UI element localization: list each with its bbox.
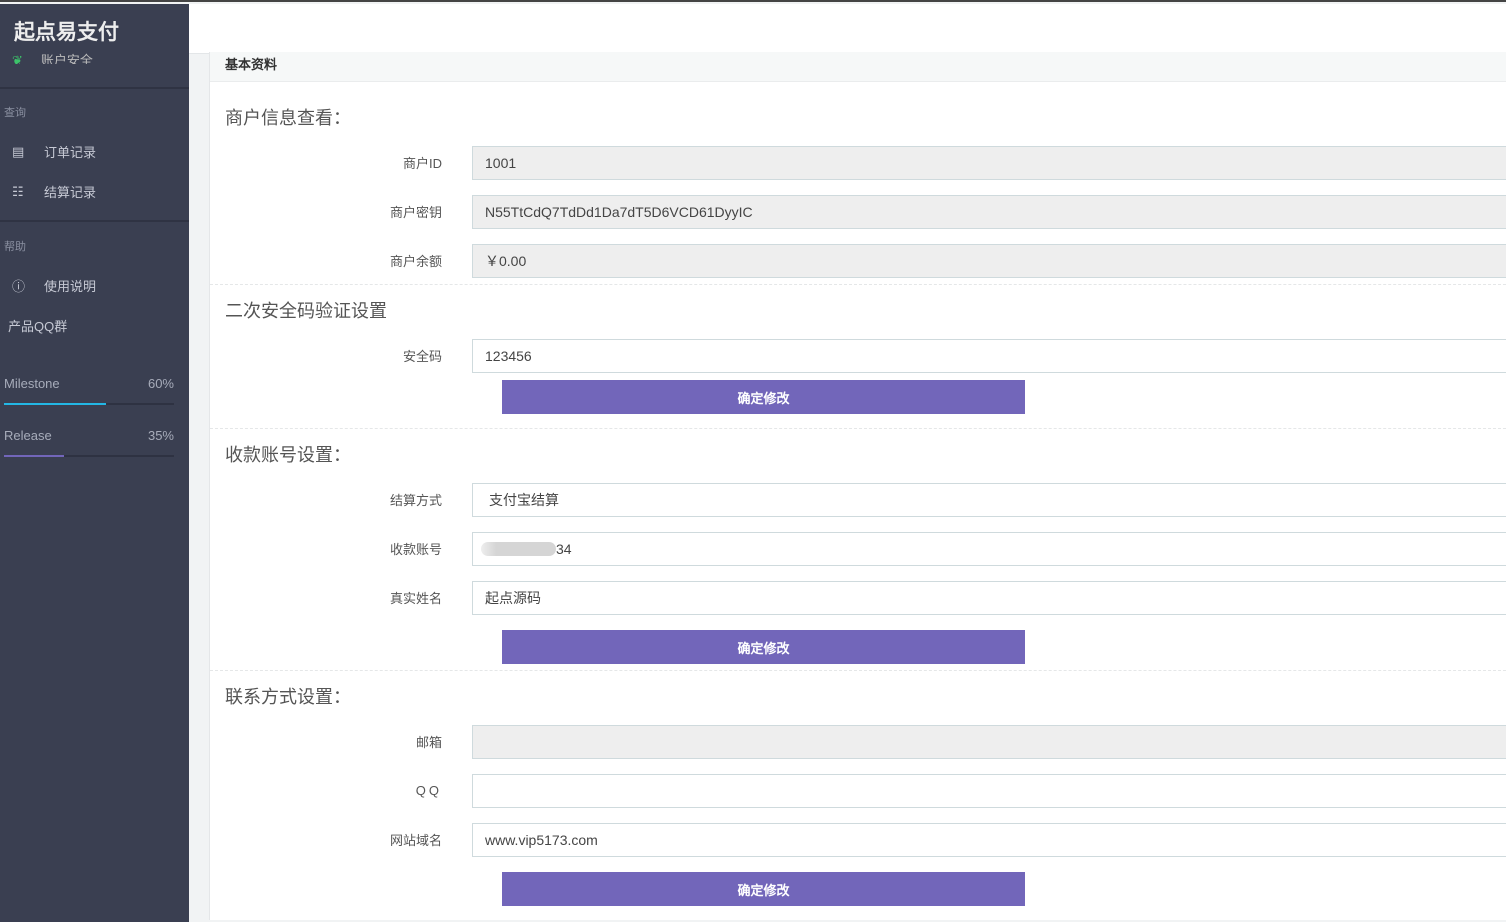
save-contact-button[interactable]: 确定修改 [502,872,1025,906]
security-code-input[interactable]: 123456 [472,339,1506,373]
merchant-balance-field: ￥0.00 [472,244,1506,278]
table-list-icon: ☷ [12,184,44,200]
sidebar-item-orders[interactable]: ▤订单记录 [12,142,96,161]
security-code-section: 二次安全码验证设置 安全码123456 确定修改 [210,285,1506,429]
sidebar-item-manual[interactable]: ⓘ使用说明 [12,276,96,295]
list-icon: ▤ [12,144,44,160]
section-title: 收款账号设置： [210,429,1506,475]
field-label: 网站域名 [210,830,472,849]
account-suffix: 34 [556,541,572,557]
leaf-icon: ❦ [12,53,23,64]
field-label: 邮箱 [210,732,472,751]
sidebar-item-label: 结算记录 [44,182,96,201]
profile-panel: 基本资料 商户信息查看： 商户ID1001 商户密钥N55TtCdQ7TdDd1… [209,52,1506,920]
field-label: 商户余额 [210,251,472,270]
group-label-query: 查询 [4,104,26,120]
progress-release: Release 35% [4,428,174,457]
real-name-input[interactable]: 起点源码 [472,581,1506,615]
divider [0,220,189,222]
merchant-key-field: N55TtCdQ7TdDd1Da7dT5D6VCD61DyyIC [472,195,1506,229]
top-header [189,4,1506,54]
payout-account-section: 收款账号设置： 结算方式支付宝结算 收款账号 34 真实姓名起点源码 确定修改 [210,429,1506,671]
field-label: 结算方式 [210,490,472,509]
field-label: 真实姓名 [210,588,472,607]
section-title: 商户信息查看： [210,82,1506,138]
field-label: QQ [210,783,472,798]
email-field [472,725,1506,759]
brand-logo: 起点易支付 [14,16,119,46]
sidebar-item-settlements[interactable]: ☷结算记录 [12,182,96,201]
field-label: 商户ID [210,153,472,172]
merchant-info-section: 商户信息查看： 商户ID1001 商户密钥N55TtCdQ7TdDd1Da7dT… [210,82,1506,285]
divider [0,87,189,89]
qq-input[interactable] [472,774,1506,808]
account-number-input[interactable]: 34 [472,532,1506,566]
progress-fill [4,403,106,405]
sidebar-item-label: 使用说明 [44,276,96,295]
section-title: 联系方式设置： [210,671,1506,717]
blurred-text [481,542,556,556]
progress-value: 35% [148,428,174,443]
progress-label: Release [4,428,52,443]
website-input[interactable]: www.vip5173.com [472,823,1506,857]
sidebar-item-security[interactable]: ❦ 账户安全 [12,50,93,64]
save-security-button[interactable]: 确定修改 [502,380,1025,414]
field-label: 收款账号 [210,539,472,558]
sidebar-item-label: 订单记录 [44,142,96,161]
progress-label: Milestone [4,376,60,391]
panel-title: 基本资料 [210,52,1506,82]
merchant-id-field: 1001 [472,146,1506,180]
group-label-help: 帮助 [4,238,26,254]
field-label: 商户密钥 [210,202,472,221]
sidebar-item-label: 账户安全 [41,53,93,64]
save-account-button[interactable]: 确定修改 [502,630,1025,664]
field-label: 安全码 [210,346,472,365]
info-icon: ⓘ [12,276,44,295]
settlement-method-select[interactable]: 支付宝结算 [472,483,1506,517]
sidebar-item-qq-group[interactable]: 产品QQ群 [8,316,67,335]
sidebar-item-label: 产品QQ群 [8,316,67,335]
sidebar: 起点易支付 ❦ 账户安全 查询 ▤订单记录 ☷结算记录 帮助 ⓘ使用说明 产品QQ… [0,4,189,922]
contact-section: 联系方式设置： 邮箱 QQ 网站域名www.vip5173.com 确定修改 [210,671,1506,906]
progress-value: 60% [148,376,174,391]
section-title: 二次安全码验证设置 [210,285,1506,331]
progress-milestone: Milestone 60% [4,376,174,405]
progress-fill [4,455,64,457]
